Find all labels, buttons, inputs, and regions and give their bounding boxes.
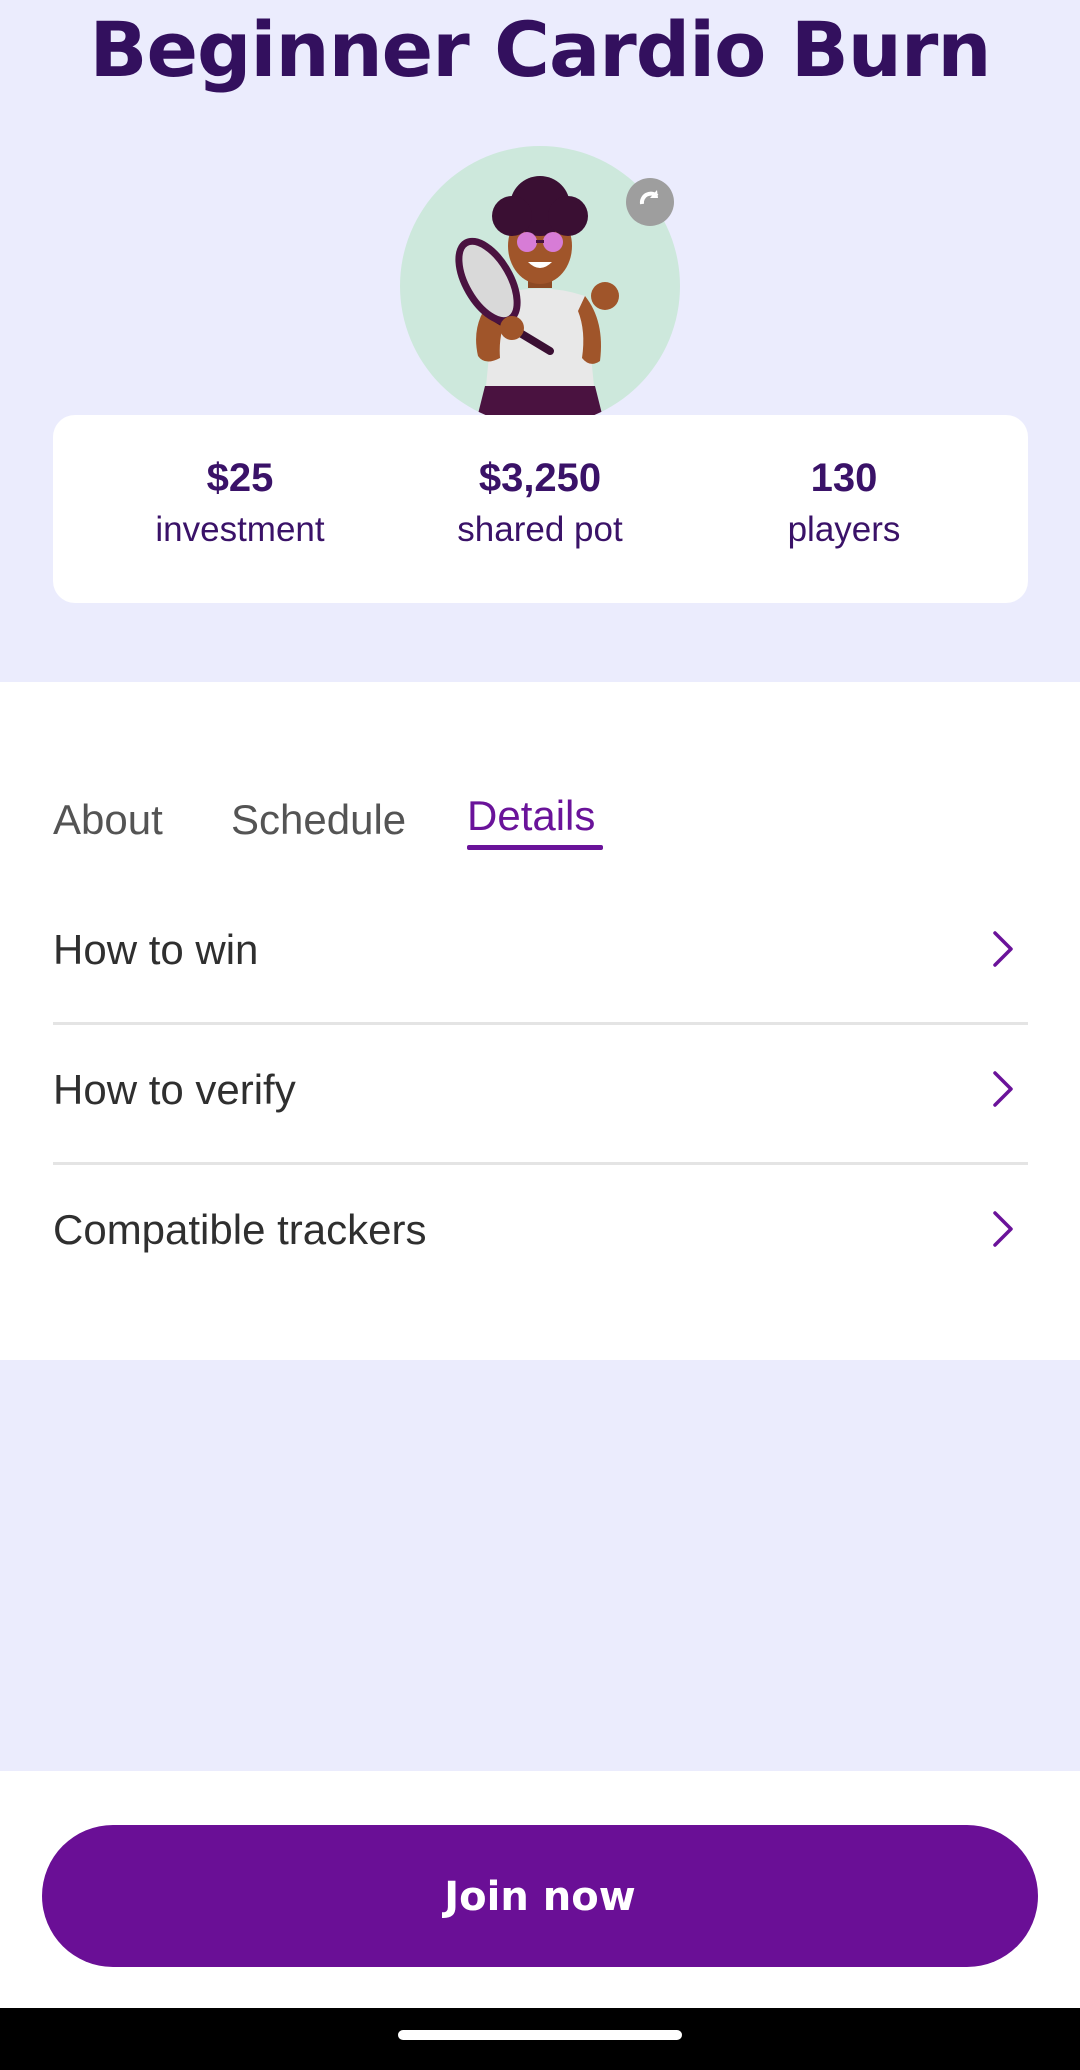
list-item-label: How to win <box>53 926 259 973</box>
stat-value: 130 <box>810 456 878 500</box>
details-panel: About Schedule Details How to win How to… <box>0 682 1080 1360</box>
stat-value: $3,250 <box>478 456 602 500</box>
chevron-right-icon <box>993 1211 1013 1247</box>
tab-details[interactable]: Details <box>467 788 595 844</box>
stat-players: 130 players <box>694 415 994 555</box>
footer-bar: Join now <box>0 1771 1080 2008</box>
stat-shared-pot: $3,250 shared pot <box>390 415 690 555</box>
join-now-button[interactable]: Join now <box>42 1825 1038 1967</box>
stat-label: investment <box>155 510 325 549</box>
stat-label: players <box>787 510 901 549</box>
list-item-how-to-win[interactable]: How to win <box>53 882 1028 1025</box>
tab-schedule[interactable]: Schedule <box>231 792 406 848</box>
active-tab-indicator <box>467 845 603 850</box>
list-item-label: Compatible trackers <box>53 1206 427 1253</box>
system-navigation-bar <box>0 2008 1080 2070</box>
tab-about[interactable]: About <box>53 792 163 848</box>
stats-card: $25 investment $3,250 shared pot 130 pla… <box>53 415 1028 603</box>
home-indicator[interactable] <box>398 2030 682 2040</box>
stat-value: $25 <box>206 456 274 500</box>
game-header: Beginner Cardio Burn $25 investment $3,2… <box>0 0 1080 682</box>
list-item-compatible-trackers[interactable]: Compatible trackers <box>53 1162 1028 1302</box>
list-item-how-to-verify[interactable]: How to verify <box>53 1022 1028 1165</box>
chevron-right-icon <box>993 1071 1013 1107</box>
stat-label: shared pot <box>457 510 623 549</box>
page-title: Beginner Cardio Burn <box>89 5 992 94</box>
chevron-right-icon <box>993 931 1013 967</box>
list-item-label: How to verify <box>53 1066 296 1113</box>
refresh-icon[interactable] <box>626 178 674 226</box>
stat-investment: $25 investment <box>90 415 390 555</box>
